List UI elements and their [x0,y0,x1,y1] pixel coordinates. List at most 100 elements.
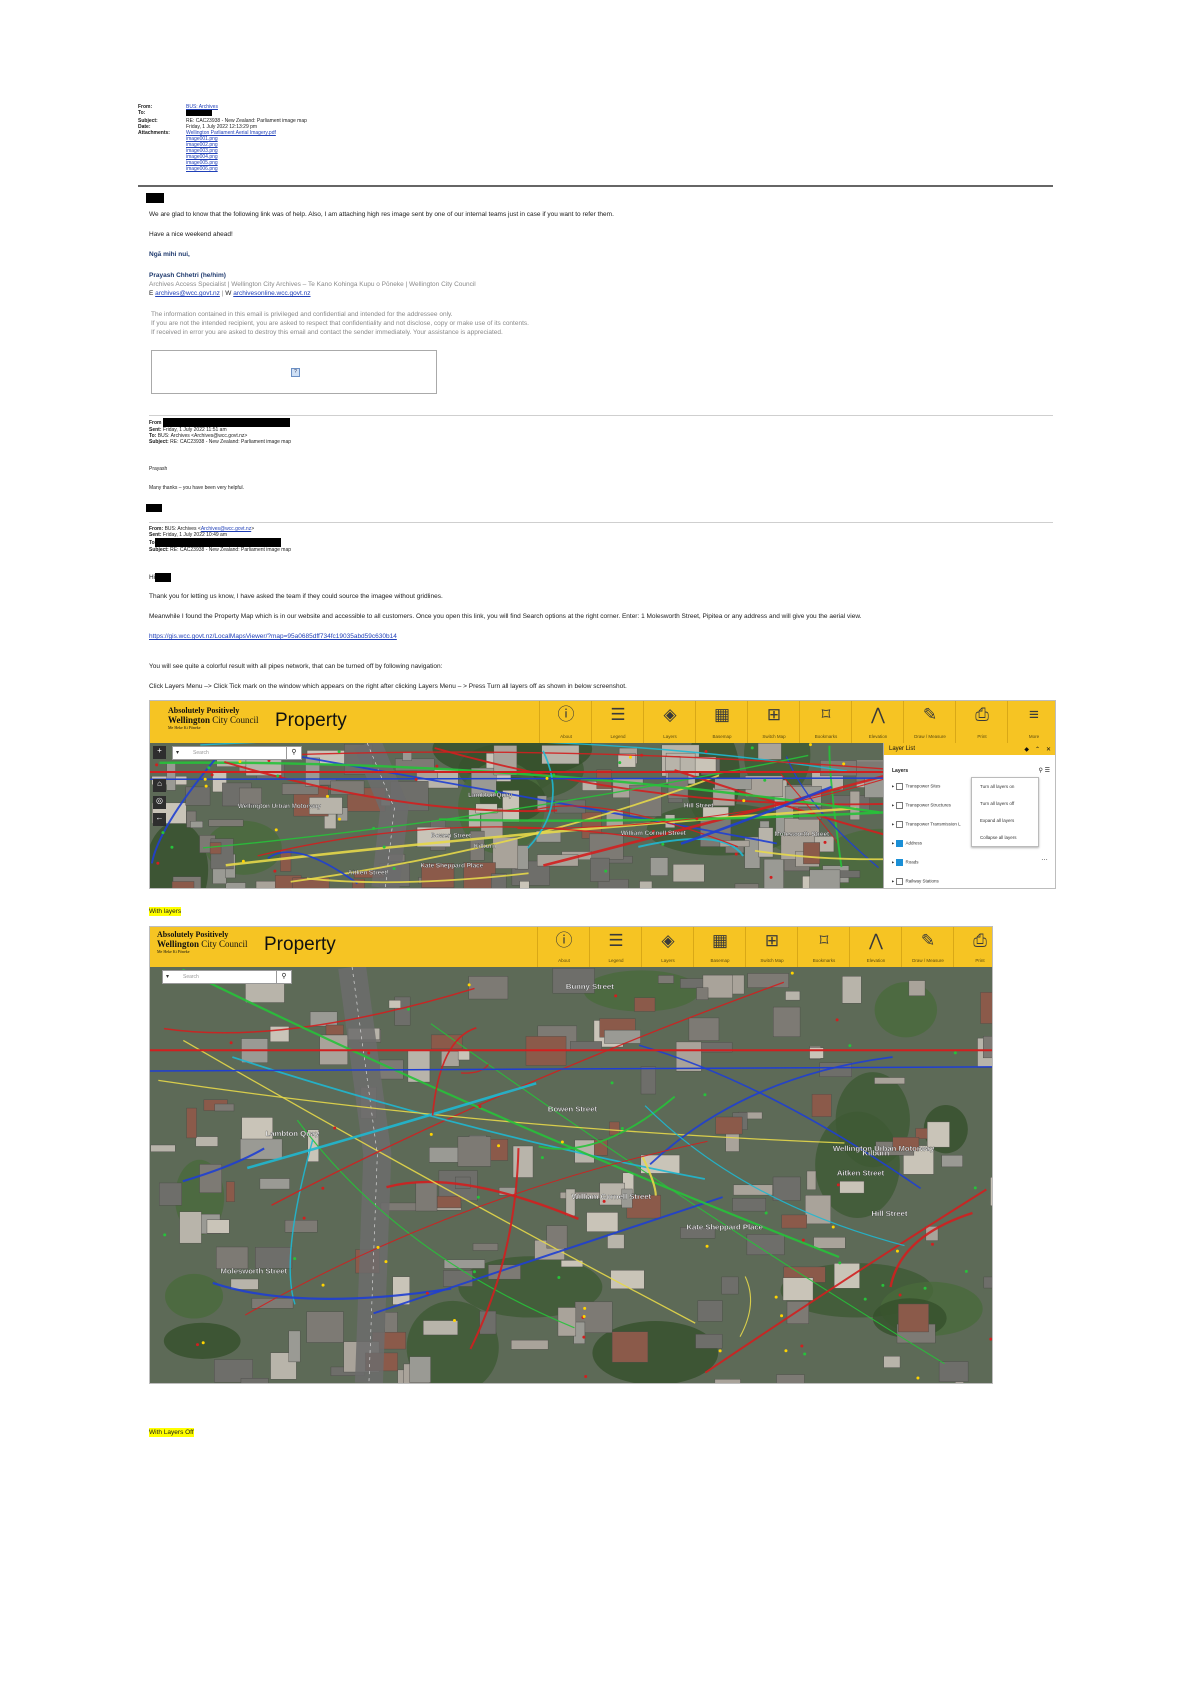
layer-row[interactable]: ▸ Railway Stations [892,878,939,885]
utility-node [392,867,396,871]
tool-about[interactable]: ⓘ About [537,927,590,967]
tool-draw-measure[interactable]: ✎ Draw / Measure [903,701,956,743]
tool-label: Legend [610,734,626,739]
zoom-in-button[interactable]: + [153,746,166,759]
signature-email-link[interactable]: archives@wcc.govt.nz [155,290,220,297]
utility-node [367,1051,371,1055]
reply2-paragraph-4: Click Layers Menu –> Click Tick mark on … [149,683,627,690]
building [696,987,709,1000]
signature-title: Archives Access Specialist | Wellington … [149,281,476,288]
back-button[interactable]: ← [153,813,166,826]
locate-button[interactable]: ◎ [153,796,166,809]
reply1-subject-label: Subject: [149,439,169,445]
utility-node [382,845,386,849]
building [171,881,195,888]
tool-switch-map[interactable]: ⊞ Switch Map [747,701,800,743]
layer-checkbox[interactable] [895,783,903,790]
menu-turn-all-off[interactable]: Turn all layers off [972,795,1038,812]
layer-label: Transpower Sites [905,783,941,789]
building [306,1311,344,1343]
utility-node [210,773,214,777]
layer-checkbox[interactable] [895,821,903,828]
building [757,743,782,760]
search-icon[interactable]: ⚲ [276,971,291,983]
more-icon[interactable]: … [1041,855,1048,862]
layer-label: Roads [905,859,919,865]
menu-turn-all-on[interactable]: Turn all layers on [972,778,1038,795]
tool-basemap[interactable]: ▦ Basemap [695,701,748,743]
utility-node [155,763,159,767]
print-icon: ⎙ [975,705,989,724]
reply1-from-label: From [149,419,162,426]
search-dropdown-icon[interactable]: ▾ [166,973,169,980]
utility-node [640,753,644,757]
layer-context-menu: Turn all layers on Turn all layers off E… [971,777,1039,847]
menu-collapse-all[interactable]: Collapse all layers [972,829,1038,846]
layer-row[interactable]: ▸ Transpower Sites [892,783,940,790]
layer-checkbox[interactable] [895,840,903,847]
vegetation-area [165,1273,224,1319]
tool-legend[interactable]: ☰ Legend [591,701,644,743]
utility-node [545,776,549,780]
close-icon[interactable]: ✕ [1046,746,1051,753]
home-button[interactable]: ⌂ [153,779,166,792]
menu-expand-all[interactable]: Expand all layers [972,812,1038,829]
building [284,1220,318,1233]
attachment-link[interactable]: image006.png [186,166,307,172]
utility-node [718,1349,722,1353]
utility-node [497,1144,501,1148]
building [186,1107,197,1139]
tool-legend[interactable]: ☰ Legend [589,927,642,967]
utility-node [321,1186,325,1190]
utility-node [156,861,160,865]
search-input[interactable]: ▾ Search ⚲ [162,970,292,984]
tool-layers[interactable]: ◈ Layers [643,701,696,743]
utility-node [229,1041,233,1045]
aerial-map-canvas[interactable]: Hill Street Aitken Street Molesworth Stree… [150,967,992,1383]
building [990,1177,992,1207]
pin-icon[interactable]: ◆ [1024,746,1029,753]
basemap-icon: ▦ [711,931,729,950]
tool-draw-measure[interactable]: ✎ Draw / Measure [901,927,954,967]
tool-elevation[interactable]: ⋀ Elevation [849,927,902,967]
signature-web-link[interactable]: archivesonline.wcc.govt.nz [233,290,310,297]
layer-checkbox[interactable] [895,802,903,809]
tool-basemap[interactable]: ▦ Basemap [693,927,746,967]
layer-checkbox[interactable] [895,859,903,866]
layer-label: Railway Stations [905,878,939,884]
utility-node [435,764,439,768]
search-input[interactable]: ▾ Search ⚲ [172,746,302,760]
tool-print[interactable]: ⎙ Print [953,927,992,967]
layer-options-icon[interactable]: ⚲ ☰ [1039,767,1050,774]
signature-name: Prayash Chhetri (he/him) [149,272,226,279]
tool-more[interactable]: ≡ More [1007,701,1055,743]
building [721,1276,739,1295]
tool-elevation[interactable]: ⋀ Elevation [851,701,904,743]
layer-row[interactable]: ▸ Roads [892,859,919,866]
search-dropdown-icon[interactable]: ▾ [176,749,179,756]
reply1-subject-value: RE: CAC23938 - New Zealand: Parliament i… [170,439,292,445]
property-map-link[interactable]: https://gis.wcc.govt.nz/LocalMapsViewer/… [149,632,397,641]
layer-row[interactable]: ▸ Transpower Structures [892,802,951,809]
tool-bookmarks[interactable]: ⌑ Bookmarks [797,927,850,967]
map-screenshot-with-layers: Absolutely Positively Wellington City Co… [149,700,1056,889]
layer-row[interactable]: ▸ Transpower Transmission L [892,821,961,828]
utility-node [203,777,207,781]
search-icon[interactable]: ⚲ [286,747,301,759]
street-label: Kate Sheppard Place [686,1222,763,1231]
layer-checkbox[interactable] [895,878,903,885]
tool-print[interactable]: ⎙ Print [955,701,1008,743]
collapse-icon[interactable]: ⌃ [1035,746,1040,753]
tool-layers[interactable]: ◈ Layers [641,927,694,967]
image-placeholder-box: ? [151,350,437,394]
tool-bookmarks[interactable]: ⌑ Bookmarks [799,701,852,743]
aerial-map[interactable]: Hill Street Aitken Street Molesworth Stree… [150,967,992,1383]
elevation-icon: ⋀ [871,705,885,724]
info-icon: ⓘ [555,931,573,950]
caption-with-layers: With layers [149,907,182,916]
aerial-map[interactable]: Hill Street Aitken Street Molesworth Stree… [150,743,1055,888]
tool-switch-map[interactable]: ⊞ Switch Map [745,927,798,967]
tool-about[interactable]: ⓘ About [539,701,592,743]
building [941,1155,963,1168]
layer-row[interactable]: ▸ Address [892,840,922,847]
